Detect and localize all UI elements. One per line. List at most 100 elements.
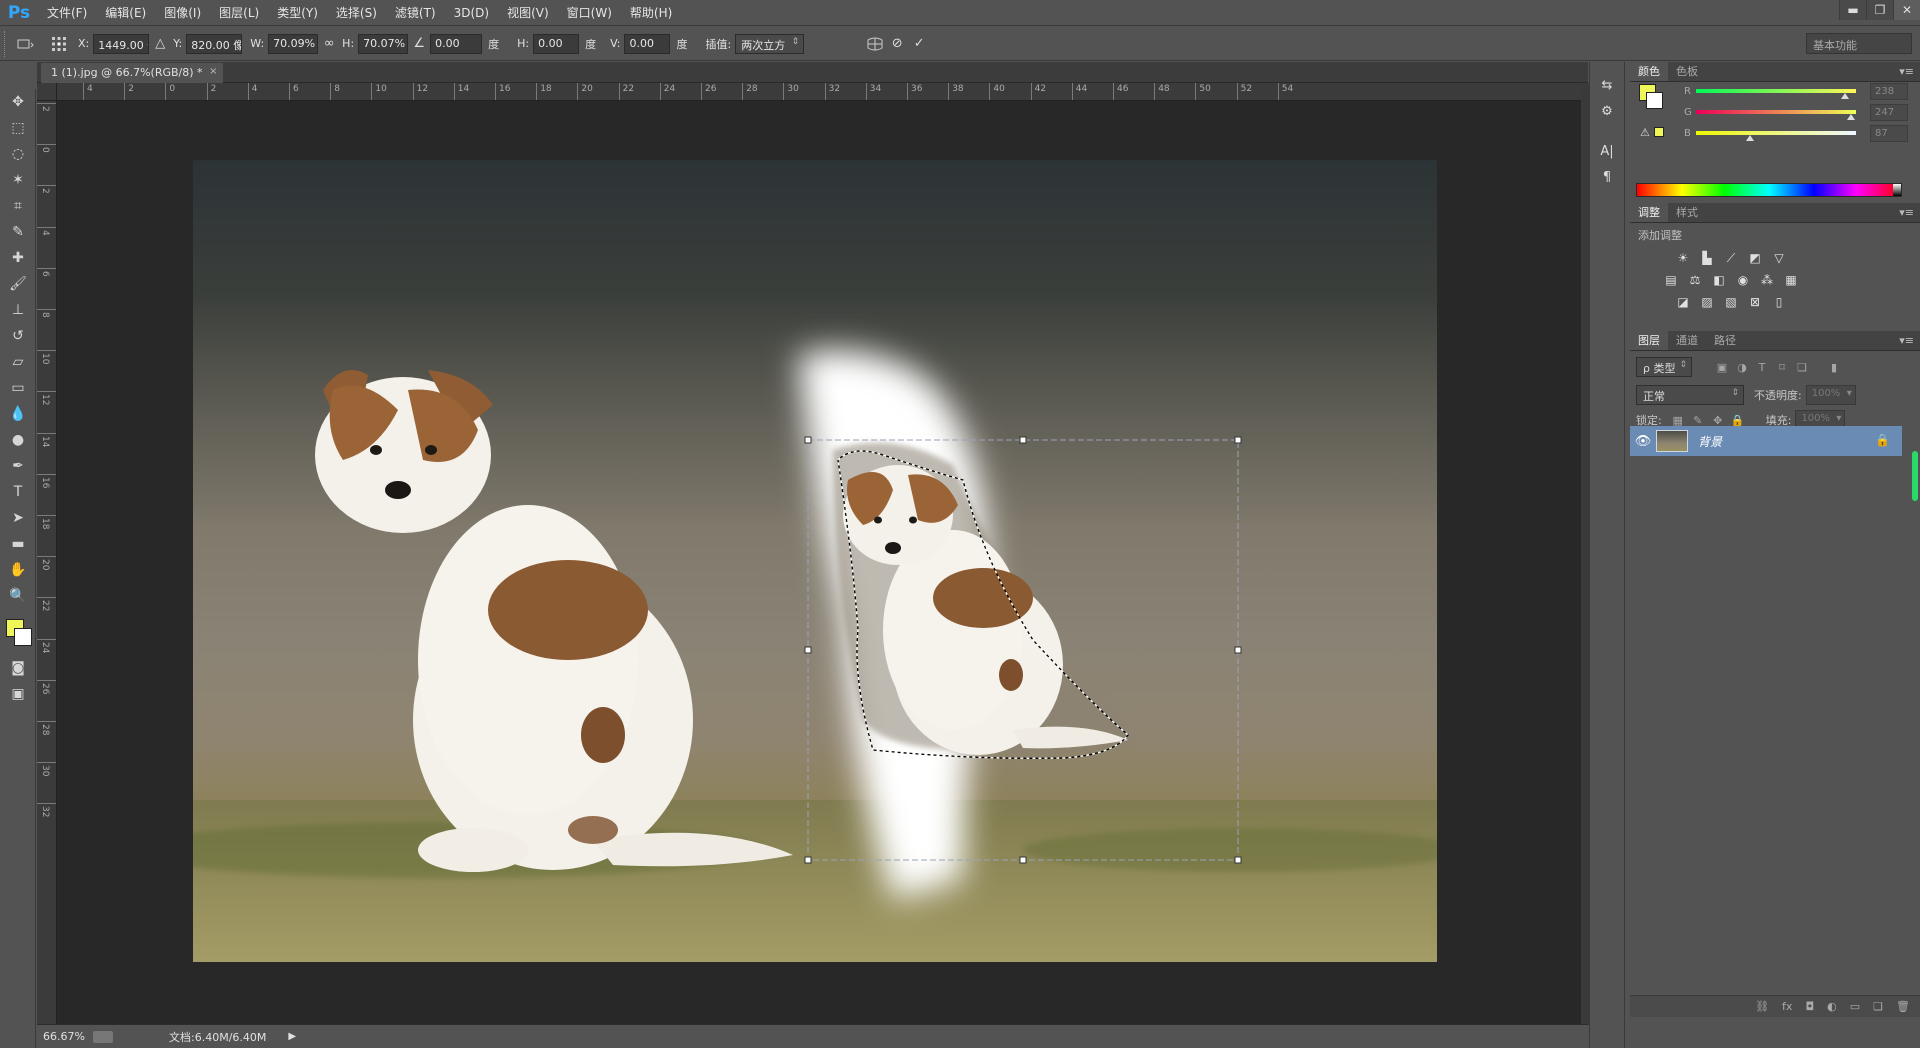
close-button[interactable]: ✕ xyxy=(1893,0,1920,20)
y-position-field[interactable]: 820.00 像 xyxy=(186,33,243,54)
character-panel-icon[interactable]: A| xyxy=(1590,138,1624,164)
exposure-icon[interactable]: ◩ xyxy=(1746,249,1764,267)
link-icon[interactable]: ∞ xyxy=(318,33,340,55)
transform-handle-bottom-right[interactable] xyxy=(1234,856,1242,864)
move-tool-icon[interactable]: ✥ xyxy=(0,89,36,115)
minimize-button[interactable]: ▬ xyxy=(1839,0,1866,20)
eraser-tool-icon[interactable]: ▱ xyxy=(0,349,36,375)
type-tool-icon[interactable]: T xyxy=(0,479,36,505)
reference-point-icon[interactable] xyxy=(48,33,70,55)
eyedropper-tool-icon[interactable]: ✎ xyxy=(0,219,36,245)
lock-position-icon[interactable]: ✥ xyxy=(1708,414,1728,427)
layer-style-icon[interactable]: fx xyxy=(1782,1000,1792,1013)
menu-select[interactable]: 选择(S) xyxy=(327,4,386,21)
menu-layer[interactable]: 图层(L) xyxy=(210,4,268,21)
blue-slider-thumb[interactable] xyxy=(1746,135,1755,141)
status-proof-icon[interactable] xyxy=(93,1030,113,1043)
cancel-transform-icon[interactable]: ⊘ xyxy=(886,33,908,55)
close-tab-icon[interactable]: × xyxy=(209,66,217,77)
tab-color[interactable]: 颜色 xyxy=(1630,61,1668,81)
options-grip[interactable] xyxy=(4,30,14,57)
filter-type-icon[interactable]: T xyxy=(1752,361,1772,374)
lock-image-icon[interactable]: ✎ xyxy=(1688,414,1708,427)
clone-stamp-tool-icon[interactable]: ⊥ xyxy=(0,297,36,323)
panel-menu-icon[interactable]: ▾≡ xyxy=(1899,206,1914,219)
vibrance-icon[interactable]: ▽ xyxy=(1770,249,1788,267)
menu-filter[interactable]: 滤镜(T) xyxy=(386,4,445,21)
green-slider-thumb[interactable] xyxy=(1847,114,1856,120)
healing-brush-tool-icon[interactable]: ✚ xyxy=(0,245,36,271)
black-white-icon[interactable]: ◧ xyxy=(1710,271,1728,289)
x-position-field[interactable]: 1449.00 像 xyxy=(93,33,150,54)
gradient-tool-icon[interactable]: ▭ xyxy=(0,375,36,401)
delete-layer-icon[interactable]: 🗑 xyxy=(1896,1000,1910,1013)
shape-tool-icon[interactable]: ▬ xyxy=(0,531,36,557)
width-field[interactable]: 70.09% xyxy=(268,33,319,54)
paragraph-panel-icon[interactable]: ¶ xyxy=(1590,164,1624,190)
layer-row-background[interactable]: 👁 背景 🔒 xyxy=(1630,426,1902,456)
v-skew-field[interactable]: 0.00 xyxy=(624,33,671,54)
filter-adjustment-icon[interactable]: ◑ xyxy=(1732,361,1752,374)
opacity-field[interactable]: 100% xyxy=(1805,385,1856,405)
color-panel-background-swatch[interactable] xyxy=(1646,92,1663,109)
interpolation-select[interactable]: 两次立方 xyxy=(735,33,805,54)
tab-paths[interactable]: 路径 xyxy=(1706,330,1744,350)
transform-handle-top-right[interactable] xyxy=(1234,436,1242,444)
brightness-contrast-icon[interactable]: ☀ xyxy=(1674,249,1692,267)
marquee-tool-icon[interactable]: ⬚ xyxy=(0,115,36,141)
crop-tool-icon[interactable]: ⌗ xyxy=(0,193,36,219)
history-panel-icon[interactable]: ⇆ xyxy=(1590,72,1624,98)
layers-scrollbar[interactable] xyxy=(1912,451,1918,501)
green-value-field[interactable]: 247 xyxy=(1870,104,1908,121)
tab-swatches[interactable]: 色板 xyxy=(1668,61,1706,81)
screen-mode-icon[interactable]: ▣ xyxy=(0,681,36,707)
new-adjustment-layer-icon[interactable]: ◐ xyxy=(1827,1000,1837,1013)
blend-mode-select[interactable]: 正常 xyxy=(1636,385,1744,405)
document-image[interactable] xyxy=(193,160,1437,962)
panel-menu-icon[interactable]: ▾≡ xyxy=(1899,65,1914,78)
levels-icon[interactable]: ▙ xyxy=(1698,249,1716,267)
tab-layers[interactable]: 图层 xyxy=(1630,330,1668,350)
add-mask-icon[interactable]: ◘ xyxy=(1805,1000,1814,1013)
selective-color-icon[interactable]: ⊠ xyxy=(1746,293,1764,311)
color-spectrum-ramp[interactable] xyxy=(1636,183,1902,197)
lock-transparent-icon[interactable]: ▦ xyxy=(1668,414,1688,427)
layer-thumbnail[interactable] xyxy=(1656,430,1688,452)
blue-slider-track[interactable] xyxy=(1696,131,1856,135)
transform-handle-bottom-left[interactable] xyxy=(804,856,812,864)
menu-view[interactable]: 视图(V) xyxy=(498,4,558,21)
restore-button[interactable]: ❐ xyxy=(1866,0,1893,20)
gamut-warning-icon[interactable]: ⚠ xyxy=(1640,126,1650,139)
new-group-icon[interactable]: ▭ xyxy=(1850,1000,1860,1013)
filter-smart-object-icon[interactable]: ❏ xyxy=(1792,361,1812,374)
filter-toggle-icon[interactable]: ▮ xyxy=(1824,361,1844,374)
menu-file[interactable]: 文件(F) xyxy=(38,4,96,21)
menu-3d[interactable]: 3D(D) xyxy=(445,6,498,20)
height-field[interactable]: 70.07% xyxy=(358,33,409,54)
menu-image[interactable]: 图像(I) xyxy=(155,4,210,21)
posterize-icon[interactable]: ▨ xyxy=(1698,293,1716,311)
red-slider-thumb[interactable] xyxy=(1840,93,1849,99)
rotation-field[interactable]: 0.00 xyxy=(430,33,483,54)
hue-saturation-icon[interactable]: ▤ xyxy=(1662,271,1680,289)
zoom-tool-icon[interactable]: 🔍 xyxy=(0,583,36,609)
green-slider-track[interactable] xyxy=(1696,110,1856,114)
layer-name[interactable]: 背景 xyxy=(1698,433,1722,450)
tab-adjustments[interactable]: 调整 xyxy=(1630,202,1668,222)
layer-filter-select[interactable]: ρ 类型 xyxy=(1636,357,1692,377)
photo-filter-icon[interactable]: ◉ xyxy=(1734,271,1752,289)
transform-tool-preset-icon[interactable] xyxy=(14,33,36,55)
color-balance-icon[interactable]: ⚖ xyxy=(1686,271,1704,289)
zoom-level[interactable]: 66.67% xyxy=(37,1030,87,1043)
workspace-select[interactable]: 基本功能 xyxy=(1806,33,1912,54)
tab-channels[interactable]: 通道 xyxy=(1668,330,1706,350)
lock-all-icon[interactable]: 🔒 xyxy=(1728,414,1748,427)
lasso-tool-icon[interactable]: ◌ xyxy=(0,141,36,167)
document-tab[interactable]: 1 (1).jpg @ 66.7%(RGB/8) * × xyxy=(41,63,223,83)
menu-edit[interactable]: 编辑(E) xyxy=(96,4,155,21)
brush-tool-icon[interactable]: 🖌 xyxy=(0,271,36,297)
blue-value-field[interactable]: 87 xyxy=(1870,125,1908,142)
status-menu-arrow-icon[interactable]: ▶ xyxy=(288,1031,296,1042)
threshold-icon[interactable]: ▧ xyxy=(1722,293,1740,311)
properties-panel-icon[interactable]: ⚙ xyxy=(1590,98,1624,124)
